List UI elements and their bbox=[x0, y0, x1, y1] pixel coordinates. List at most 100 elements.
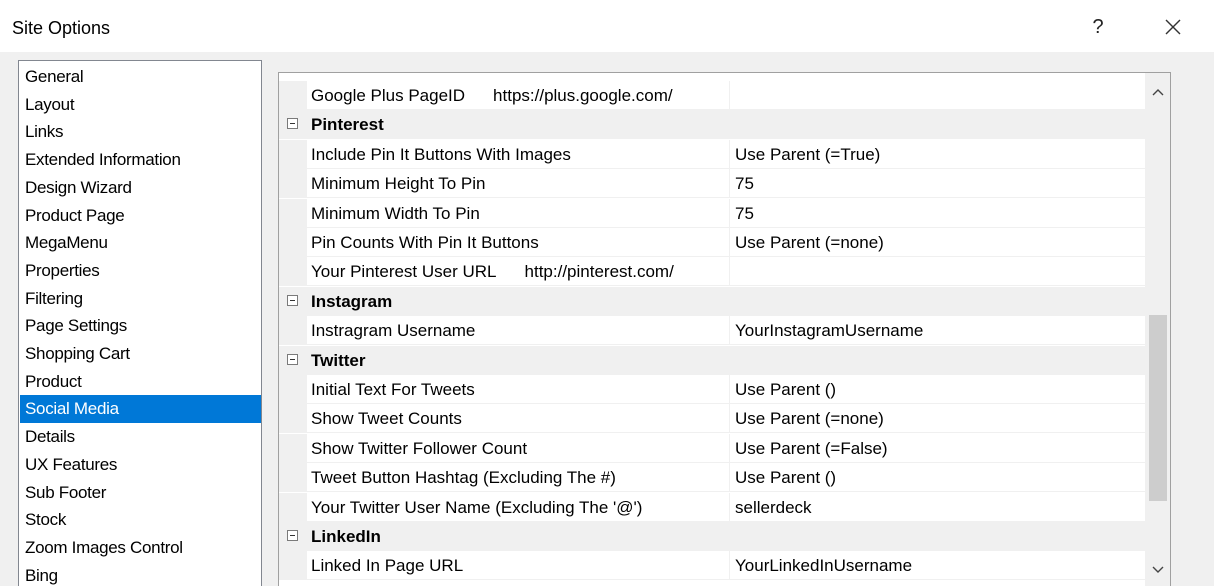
property-name: Tweet Button Hashtag (Excluding The #) bbox=[311, 463, 729, 492]
chevron-down-icon bbox=[1152, 566, 1164, 573]
scroll-down-button[interactable] bbox=[1145, 557, 1170, 583]
property-row[interactable]: Pin Counts With Pin It Buttons Use Parent… bbox=[279, 228, 1145, 257]
collapse-icon[interactable] bbox=[287, 353, 298, 365]
column-separator[interactable] bbox=[729, 433, 730, 463]
column-separator[interactable] bbox=[729, 375, 730, 404]
category-item[interactable]: Page Settings bbox=[20, 312, 261, 340]
property-name-text: Minimum Width To Pin bbox=[311, 203, 480, 223]
category-item[interactable]: Zoom Images Control bbox=[20, 534, 261, 562]
column-separator[interactable] bbox=[729, 257, 730, 287]
property-name: Your Twitter User Name (Excluding The '@… bbox=[311, 493, 729, 522]
property-row[interactable]: Minimum Height To Pin 75 bbox=[279, 169, 1145, 199]
property-value[interactable]: Use Parent () bbox=[735, 375, 1135, 404]
property-value[interactable]: sellerdeck bbox=[735, 493, 1135, 522]
property-row[interactable]: Show Twitter Follower Count Use Parent (=… bbox=[279, 433, 1145, 463]
property-name-text: Linked In Page URL bbox=[311, 556, 464, 576]
column-separator[interactable] bbox=[729, 316, 730, 346]
column-separator[interactable] bbox=[729, 198, 730, 228]
column-separator[interactable] bbox=[729, 139, 730, 169]
property-row[interactable]: Tweet Button Hashtag (Excluding The #) Us… bbox=[279, 463, 1145, 493]
category-header-label: Twitter bbox=[311, 350, 366, 370]
property-row[interactable]: Linked In Page URL YourLinkedInUsername bbox=[279, 551, 1145, 581]
row-gutter bbox=[279, 433, 307, 463]
category-header-linkedin: LinkedIn bbox=[279, 522, 1145, 551]
property-value[interactable] bbox=[735, 81, 1135, 110]
property-name-text: Tweet Button Hashtag (Excluding The #) bbox=[311, 468, 616, 488]
column-separator[interactable] bbox=[729, 492, 730, 522]
category-list[interactable]: General Layout Links Extended Information De… bbox=[18, 60, 262, 586]
category-item[interactable]: General bbox=[20, 63, 261, 91]
category-item[interactable]: Details bbox=[20, 423, 261, 451]
window-title: Site Options bbox=[12, 18, 111, 38]
property-row[interactable]: Include Pin It Buttons With Images Use Pa… bbox=[279, 139, 1145, 169]
category-header-pinterest: Pinterest bbox=[279, 110, 1145, 140]
property-name: Linked In Page URL bbox=[311, 551, 729, 580]
category-item[interactable]: Stock bbox=[20, 506, 261, 534]
property-name-text: Show Tweet Counts bbox=[311, 409, 462, 429]
property-row[interactable]: Your Twitter User Name (Excluding The '@… bbox=[279, 492, 1145, 522]
property-value[interactable]: 75 bbox=[735, 199, 1135, 228]
property-name-text: Google Plus PageID bbox=[311, 86, 466, 105]
property-value[interactable]: YourInstagramUsername bbox=[735, 316, 1135, 345]
column-separator[interactable] bbox=[729, 551, 730, 581]
category-item[interactable]: Sub Footer bbox=[20, 479, 261, 507]
category-item[interactable]: Properties bbox=[20, 257, 261, 285]
category-item[interactable]: MegaMenu bbox=[20, 229, 261, 257]
property-value[interactable]: Use Parent (=False) bbox=[735, 434, 1135, 463]
category-item[interactable]: Social Media bbox=[20, 395, 261, 424]
category-item[interactable]: Extended Information bbox=[20, 146, 261, 174]
category-item[interactable]: Bing bbox=[20, 562, 261, 586]
property-name: Initial Text For Tweets bbox=[311, 375, 729, 404]
property-name: Minimum Height To Pin bbox=[311, 169, 729, 198]
category-header-twitter: Twitter bbox=[279, 345, 1145, 375]
property-name: Your Pinterest User URL http://pinterest.… bbox=[311, 257, 729, 286]
property-value[interactable]: YourLinkedInUsername bbox=[735, 551, 1135, 580]
property-hint: http://pinterest.com/ bbox=[524, 262, 674, 282]
category-item[interactable]: Shopping Cart bbox=[20, 340, 261, 368]
category-item[interactable]: Product Page bbox=[20, 202, 261, 230]
collapse-icon[interactable] bbox=[287, 530, 298, 541]
category-item[interactable]: Design Wizard bbox=[20, 174, 261, 202]
property-name: Show Twitter Follower Count bbox=[311, 434, 729, 463]
column-separator[interactable] bbox=[729, 169, 730, 199]
category-item[interactable]: Filtering bbox=[20, 285, 261, 313]
scroll-thumb[interactable] bbox=[1149, 315, 1167, 501]
property-name: Show Tweet Counts bbox=[311, 404, 729, 433]
property-name: Pin Counts With Pin It Buttons bbox=[311, 228, 729, 257]
property-value[interactable]: Use Parent (=none) bbox=[735, 404, 1135, 433]
property-row[interactable]: Show Tweet Counts Use Parent (=none) bbox=[279, 404, 1145, 434]
category-item[interactable]: Product bbox=[20, 368, 261, 396]
help-button[interactable]: ? bbox=[1086, 12, 1110, 42]
property-value[interactable]: Use Parent (=none) bbox=[735, 228, 1135, 257]
category-item[interactable]: Layout bbox=[20, 91, 261, 119]
property-name-text: Your Twitter User Name (Excluding The '@… bbox=[311, 497, 643, 517]
column-separator[interactable] bbox=[729, 404, 730, 434]
row-gutter bbox=[279, 81, 307, 110]
collapse-icon[interactable] bbox=[287, 294, 298, 306]
column-separator[interactable] bbox=[729, 228, 730, 257]
category-header-label: Instagram bbox=[311, 291, 393, 311]
property-hint: https://plus.google.com/ bbox=[493, 86, 673, 105]
close-button[interactable] bbox=[1158, 12, 1188, 42]
property-row[interactable]: Initial Text For Tweets Use Parent () bbox=[279, 375, 1145, 404]
category-item[interactable]: UX Features bbox=[20, 451, 261, 479]
property-value[interactable]: 75 bbox=[735, 169, 1135, 198]
property-row[interactable]: Minimum Width To Pin 75 bbox=[279, 198, 1145, 228]
row-gutter bbox=[279, 139, 307, 169]
column-separator[interactable] bbox=[729, 81, 730, 110]
column-separator[interactable] bbox=[729, 463, 730, 493]
property-value[interactable] bbox=[735, 257, 1135, 286]
collapse-icon[interactable] bbox=[287, 118, 298, 130]
property-name: Minimum Width To Pin bbox=[311, 199, 729, 228]
category-item[interactable]: Links bbox=[20, 118, 261, 146]
property-row[interactable]: Instragram Username YourInstagramUsername bbox=[279, 316, 1145, 346]
property-row[interactable]: Your Pinterest User URL http://pinterest.… bbox=[279, 257, 1145, 287]
vertical-scrollbar[interactable] bbox=[1145, 73, 1170, 586]
property-value[interactable]: Use Parent (=True) bbox=[735, 140, 1135, 169]
property-name-text: Initial Text For Tweets bbox=[311, 380, 475, 399]
property-name-text: Instragram Username bbox=[311, 321, 476, 341]
scroll-up-button[interactable] bbox=[1145, 79, 1170, 105]
property-value[interactable]: Use Parent () bbox=[735, 463, 1135, 492]
property-row[interactable]: Google Plus PageID https://plus.google.co… bbox=[279, 81, 1145, 110]
property-name: Instragram Username bbox=[311, 316, 729, 345]
